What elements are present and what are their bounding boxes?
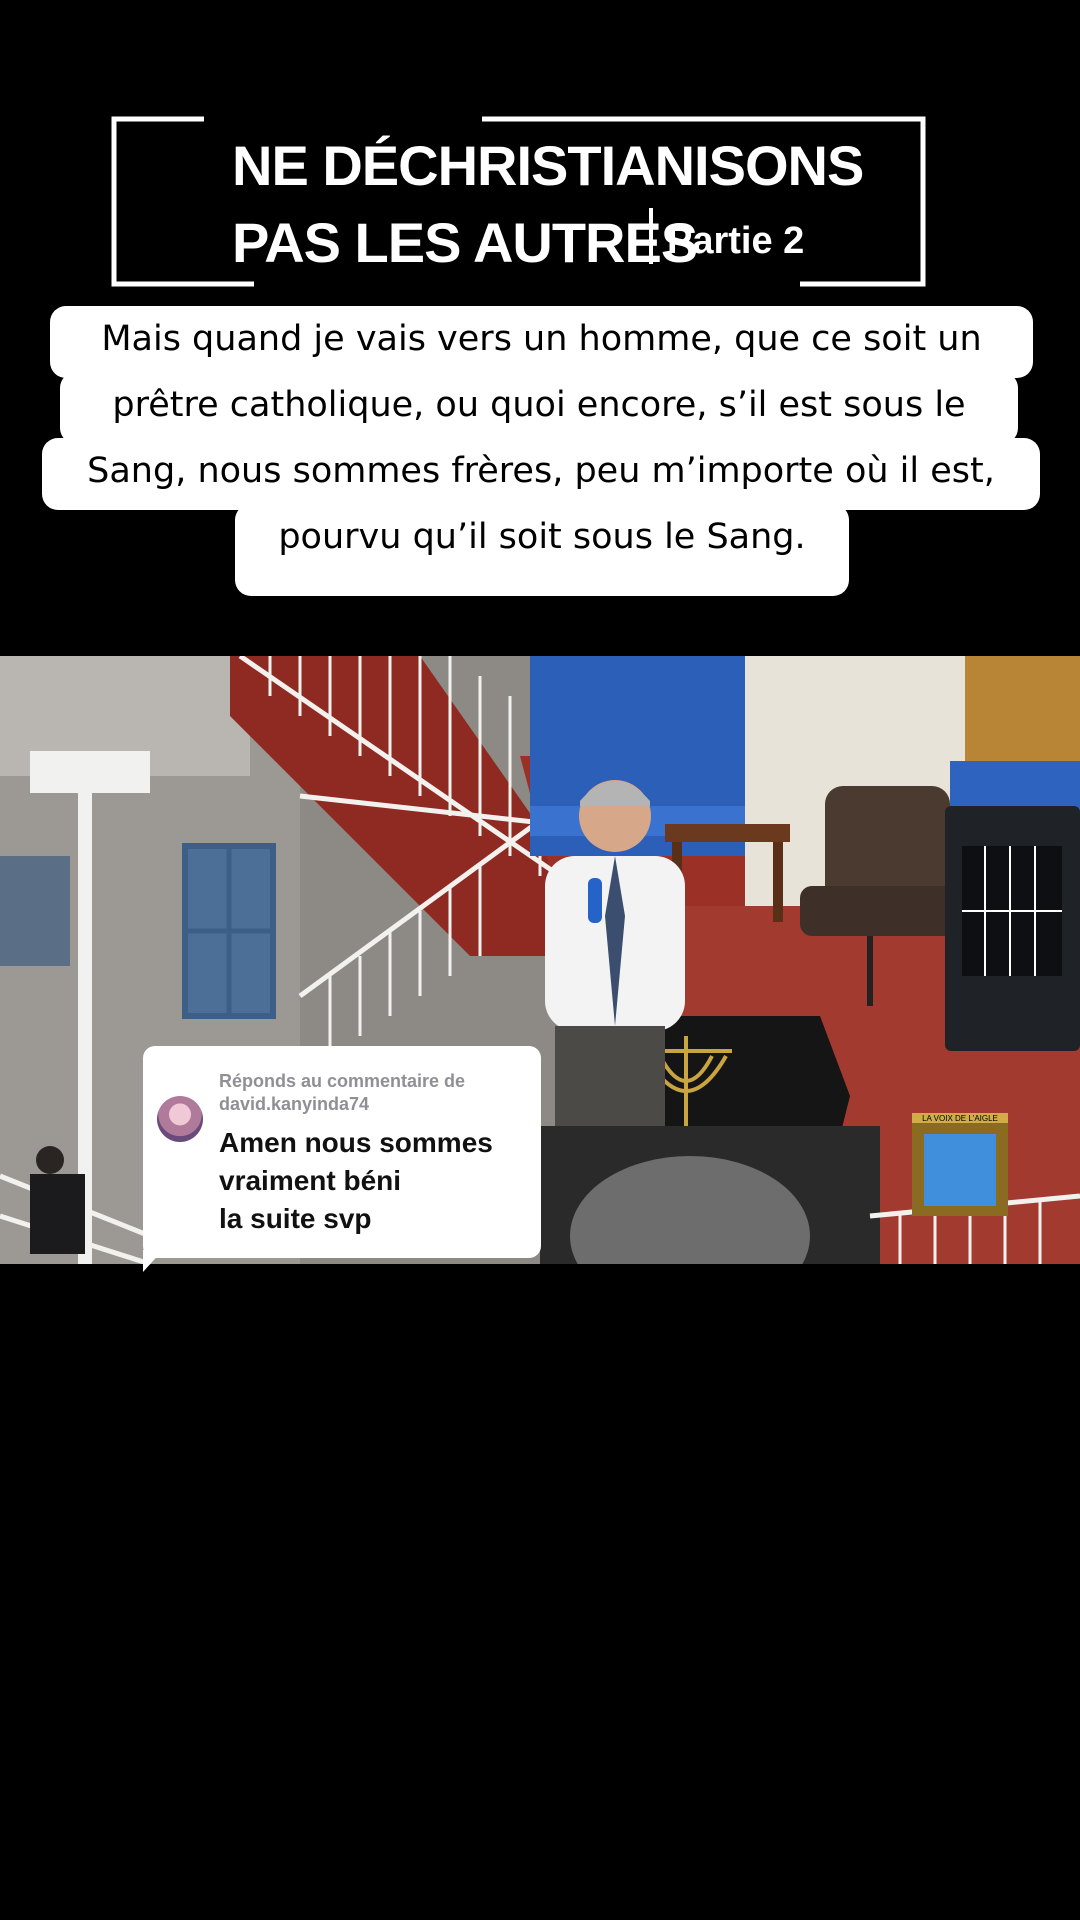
- caption-line: pourvu qu’il soit sous le Sang.: [235, 504, 849, 596]
- commenter-avatar: [157, 1096, 203, 1142]
- title-frame: NE DÉCHRISTIANISONS PAS LES AUTRES Parti…: [0, 0, 1080, 300]
- reply-comment-sticker[interactable]: Réponds au commentaire de david.kanyinda…: [143, 1046, 541, 1258]
- title-separator: [649, 208, 653, 264]
- comment-text-line: Amen nous sommes: [219, 1127, 493, 1158]
- reply-label: Réponds au commentaire de david.kanyinda…: [219, 1071, 466, 1114]
- comment-text-line: vraiment béni: [219, 1165, 402, 1196]
- comment-text-line: la suite svp: [219, 1203, 372, 1234]
- channel-logo: LA VOIX DE L'AIGLE: [912, 1113, 1008, 1216]
- logo-text: LA VOIX DE L'AIGLE: [922, 1114, 998, 1123]
- title-line-2: PAS LES AUTRES: [232, 211, 698, 274]
- caption-line: Sang, nous sommes frères, peu m’importe …: [42, 438, 1040, 510]
- comment-text: Amen nous sommes vraiment béni la suite …: [219, 1124, 529, 1238]
- part-label: Partie 2: [667, 220, 805, 262]
- comment-bubble-tail: [143, 1250, 163, 1272]
- caption-line: prêtre catholique, ou quoi encore, s’il …: [60, 372, 1018, 444]
- title-line-1: NE DÉCHRISTIANISONS: [232, 134, 864, 197]
- caption-line: Mais quand je vais vers un homme, que ce…: [50, 306, 1033, 378]
